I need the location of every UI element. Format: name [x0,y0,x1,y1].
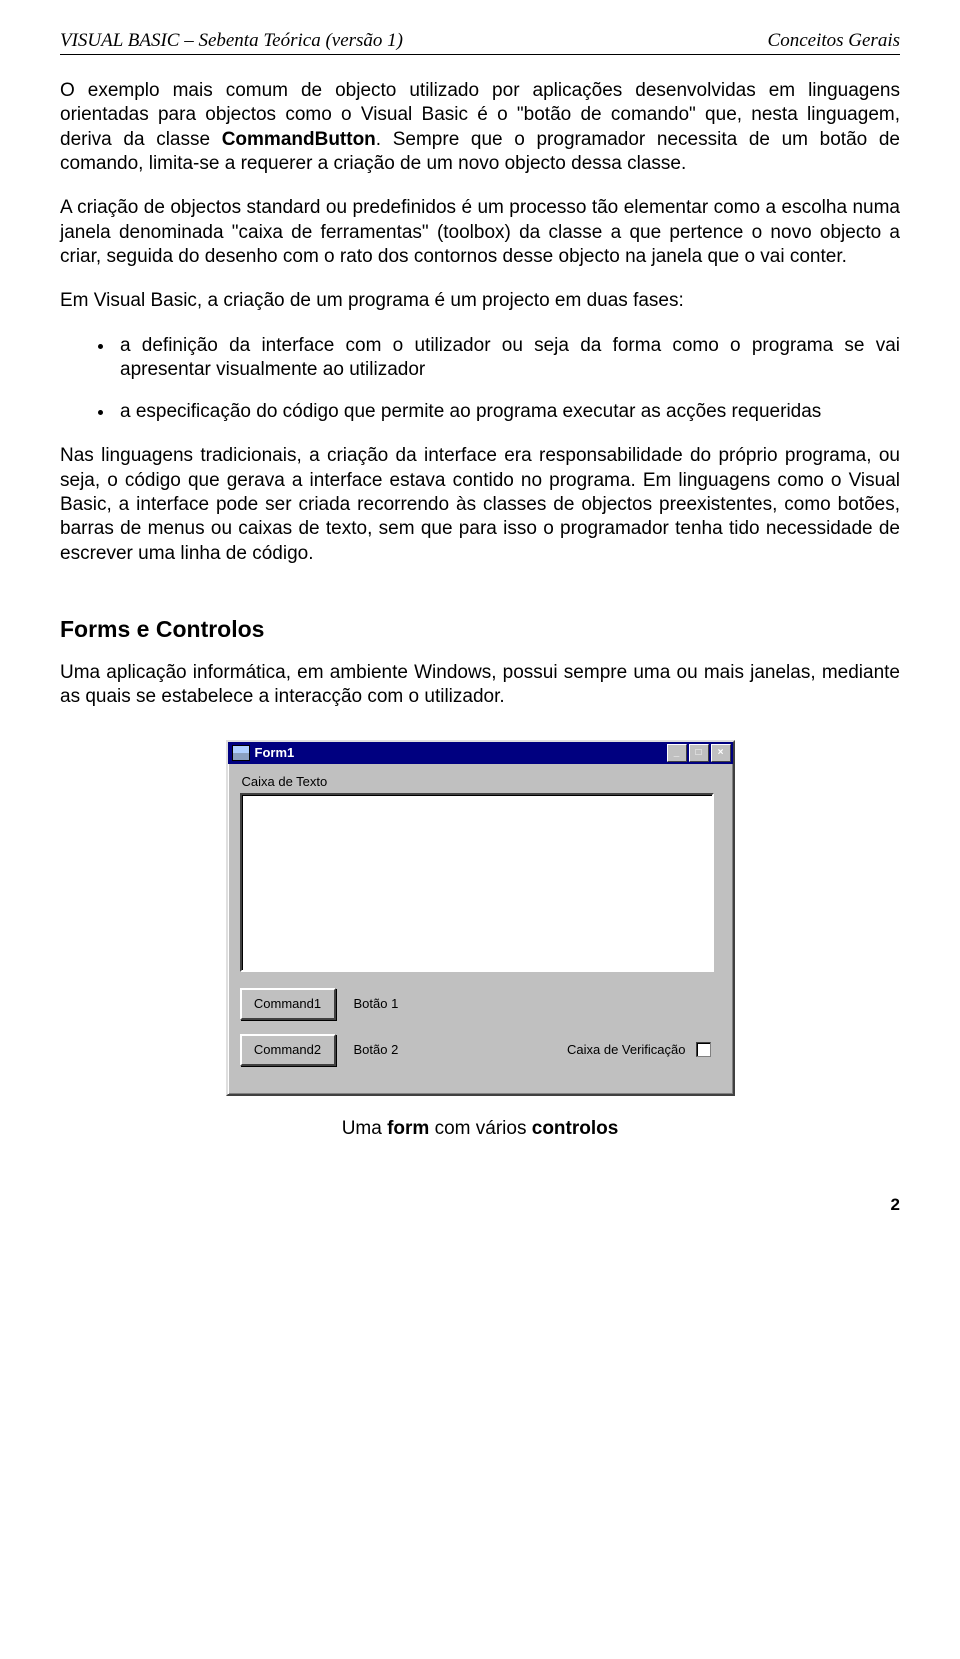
close-icon: × [718,748,724,758]
paragraph-2: A criação de objectos standard ou predef… [60,196,900,269]
document-page: VISUAL BASIC – Sebenta Teórica (versão 1… [0,0,960,1255]
figure: Form1 _ □ × Caixa de Texto Command1 Botã… [60,740,900,1140]
button-label: Command2 [254,1042,321,1057]
text: com vários [429,1118,531,1139]
text: Uma [342,1118,387,1139]
paragraph-4: Nas linguagens tradicionais, a criação d… [60,444,900,566]
bullet-item: a definição da interface com o utilizado… [115,334,900,383]
text-bold: controlos [532,1118,619,1139]
command2-button[interactable]: Command2 [240,1034,336,1066]
button-label: Command1 [254,996,321,1011]
titlebar[interactable]: Form1 _ □ × [228,742,733,764]
minimize-icon: _ [674,748,680,758]
textbox-label: Caixa de Texto [242,774,721,789]
textbox-input[interactable] [240,793,714,972]
botao2-label: Botão 2 [354,1042,399,1057]
maximize-icon: □ [695,748,701,758]
minimize-button[interactable]: _ [667,744,687,762]
paragraph-5: Uma aplicação informática, em ambiente W… [60,661,900,710]
bullet-item: a especificação do código que permite ao… [115,400,900,424]
text-bold: form [387,1118,429,1139]
header-right: Conceitos Gerais [768,30,900,52]
window-body: Caixa de Texto Command1 Botão 1 Command2… [228,764,733,1094]
header-divider [60,54,900,55]
bullet-list: a definição da interface com o utilizado… [60,334,900,425]
paragraph-1: O exemplo mais comum de objecto utilizad… [60,79,900,176]
command1-button[interactable]: Command1 [240,988,336,1020]
window-form1: Form1 _ □ × Caixa de Texto Command1 Botã… [226,740,735,1096]
maximize-button[interactable]: □ [689,744,709,762]
row-1: Command1 Botão 1 [240,988,721,1020]
window-title: Form1 [255,745,665,760]
close-button[interactable]: × [711,744,731,762]
class-name: CommandButton [222,129,376,150]
figure-caption: Uma form com vários controlos [60,1118,900,1140]
page-number: 2 [60,1195,900,1215]
checkbox-group: Caixa de Verificação [567,1042,711,1057]
paragraph-3: Em Visual Basic, a criação de um program… [60,289,900,313]
page-header: VISUAL BASIC – Sebenta Teórica (versão 1… [60,30,900,52]
botao1-label: Botão 1 [354,996,399,1011]
row-2: Command2 Botão 2 Caixa de Verificação [240,1034,721,1066]
form-icon [232,745,250,761]
checkbox-input[interactable] [696,1042,711,1057]
section-heading: Forms e Controlos [60,616,900,643]
checkbox-label: Caixa de Verificação [567,1042,686,1057]
header-left: VISUAL BASIC – Sebenta Teórica (versão 1… [60,30,403,52]
